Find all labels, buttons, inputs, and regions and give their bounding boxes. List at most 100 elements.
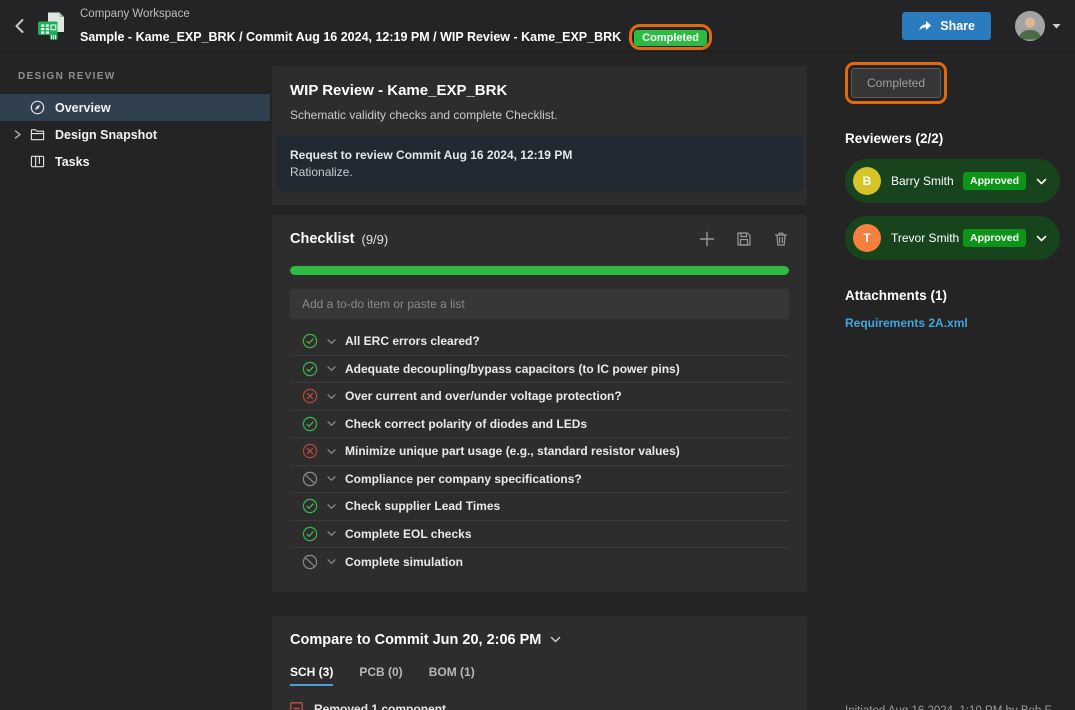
compare-title: Compare to Commit Jun 20, 2:06 PM xyxy=(290,632,541,648)
status-passed-icon[interactable] xyxy=(302,333,318,349)
share-button[interactable]: Share xyxy=(902,12,991,40)
checklist-progress-track xyxy=(290,266,789,275)
workspace-name: Company Workspace xyxy=(80,8,712,20)
review-overview-card: WIP Review - Kame_EXP_BRK Schematic vali… xyxy=(272,66,807,205)
checklist-row[interactable]: Check correct polarity of diodes and LED… xyxy=(290,411,789,439)
back-button[interactable] xyxy=(10,16,30,36)
chevron-down-icon[interactable] xyxy=(327,419,336,428)
removed-icon xyxy=(290,702,303,710)
review-status-button[interactable]: Completed xyxy=(851,68,941,98)
sidebar-item-tasks[interactable]: Tasks xyxy=(0,148,270,175)
breadcrumb-row: Sample - Kame_EXP_BRK / Commit Aug 16 20… xyxy=(80,24,712,50)
compare-title-row: Compare to Commit Jun 20, 2:06 PM xyxy=(290,632,789,648)
checklist-row[interactable]: Check supplier Lead Times xyxy=(290,493,789,521)
reviewer-avatar: B xyxy=(853,167,881,195)
checklist-row[interactable]: Adequate decoupling/bypass capacitors (t… xyxy=(290,356,789,384)
save-checklist-icon[interactable] xyxy=(736,231,752,247)
reviewer-name: Trevor Smith xyxy=(891,231,959,245)
chevron-down-icon[interactable] xyxy=(327,502,336,511)
chevron-down-icon[interactable] xyxy=(327,392,336,401)
sidebar-item-label: Tasks xyxy=(55,155,90,169)
chevron-down-icon[interactable] xyxy=(327,364,336,373)
status-na-icon[interactable] xyxy=(302,554,318,570)
status-failed-icon[interactable] xyxy=(302,388,318,404)
chevron-left-icon xyxy=(10,16,30,36)
chevron-down-icon[interactable] xyxy=(327,337,336,346)
status-failed-icon[interactable] xyxy=(302,443,318,459)
tab-bom[interactable]: BOM (1) xyxy=(429,665,475,686)
review-title: WIP Review - Kame_EXP_BRK xyxy=(290,82,789,99)
status-passed-icon[interactable] xyxy=(302,498,318,514)
compass-icon xyxy=(30,100,45,115)
sidebar-item-label: Design Snapshot xyxy=(55,128,157,142)
header-right: Share xyxy=(902,11,1061,41)
checklist-item-text: Adequate decoupling/bypass capacitors (t… xyxy=(345,362,680,376)
chevron-down-icon[interactable] xyxy=(1036,233,1047,244)
checklist-item-text: Complete simulation xyxy=(345,555,463,569)
attachment-link[interactable]: Requirements 2A.xml xyxy=(845,316,1075,330)
request-body: Rationalize. xyxy=(290,165,789,179)
checklist-item-text: Minimize unique part usage (e.g., standa… xyxy=(345,444,680,458)
reviewer-row[interactable]: T Trevor Smith Approved xyxy=(845,216,1060,260)
checklist-header: Checklist (9/9) xyxy=(290,231,789,247)
tab-sch[interactable]: SCH (3) xyxy=(290,665,333,686)
review-request-box: Request to review Commit Aug 16 2024, 12… xyxy=(276,136,803,191)
checklist-item-text: Check supplier Lead Times xyxy=(345,499,500,513)
checklist-row[interactable]: Minimize unique part usage (e.g., standa… xyxy=(290,438,789,466)
project-logo-icon xyxy=(35,10,67,42)
delete-checklist-icon[interactable] xyxy=(773,231,789,247)
compare-changes: Removed 1 component Modified 2 nets xyxy=(290,702,789,710)
checklist-item-text: Over current and over/under voltage prot… xyxy=(345,389,622,403)
reviewer-name: Barry Smith xyxy=(891,174,954,188)
change-text: Removed 1 component xyxy=(314,702,446,710)
attachments-heading: Attachments (1) xyxy=(845,288,1075,303)
reviewers-heading: Reviewers (2/2) xyxy=(845,131,1075,146)
annotation-highlight-ring: Completed xyxy=(629,24,712,50)
header-title-block: Company Workspace Sample - Kame_EXP_BRK … xyxy=(80,8,712,50)
design-review-app: Company Workspace Sample - Kame_EXP_BRK … xyxy=(0,0,1075,710)
sidebar-item-design-snapshot[interactable]: Design Snapshot xyxy=(0,121,270,148)
compare-tabs: SCH (3) PCB (0) BOM (1) xyxy=(290,665,789,686)
checklist-title: Checklist xyxy=(290,231,354,247)
reviewer-row[interactable]: B Barry Smith Approved xyxy=(845,159,1060,203)
checklist-actions xyxy=(699,231,789,247)
approved-badge: Approved xyxy=(963,229,1026,247)
checklist-row[interactable]: All ERC errors cleared? xyxy=(290,328,789,356)
breadcrumb[interactable]: Sample - Kame_EXP_BRK / Commit Aug 16 20… xyxy=(80,30,621,44)
request-title: Request to review Commit Aug 16 2024, 12… xyxy=(290,148,789,162)
chevron-down-icon[interactable] xyxy=(327,474,336,483)
checklist-card: Checklist (9/9) xyxy=(272,215,807,592)
checklist-row[interactable]: Compliance per company specifications? xyxy=(290,466,789,494)
checklist-item-text: Complete EOL checks xyxy=(345,527,472,541)
checklist-item-text: All ERC errors cleared? xyxy=(345,334,480,348)
sidebar-item-overview[interactable]: Overview xyxy=(0,94,270,121)
chevron-down-icon[interactable] xyxy=(327,557,336,566)
checklist-progress-fill xyxy=(290,266,789,275)
status-passed-icon[interactable] xyxy=(302,416,318,432)
status-passed-icon[interactable] xyxy=(302,361,318,377)
share-label: Share xyxy=(940,19,975,33)
add-todo-input[interactable] xyxy=(290,289,789,319)
compare-card: Compare to Commit Jun 20, 2:06 PM SCH (3… xyxy=(272,616,807,710)
annotation-highlight-ring: Completed xyxy=(845,62,947,104)
expand-chevron-icon[interactable] xyxy=(13,130,22,139)
status-badge: Completed xyxy=(634,30,707,46)
sidebar-section-title: DESIGN REVIEW xyxy=(0,52,270,94)
sidebar-item-label: Overview xyxy=(55,101,111,115)
chevron-down-icon[interactable] xyxy=(1036,176,1047,187)
right-panel: Completed Reviewers (2/2) B Barry Smith … xyxy=(825,52,1075,710)
checklist-row[interactable]: Over current and over/under voltage prot… xyxy=(290,383,789,411)
status-passed-icon[interactable] xyxy=(302,526,318,542)
user-avatar[interactable] xyxy=(1015,11,1045,41)
checklist-row[interactable]: Complete simulation xyxy=(290,548,789,576)
chevron-down-icon[interactable] xyxy=(550,634,561,645)
chevron-down-icon[interactable] xyxy=(327,447,336,456)
avatar-caret-icon[interactable] xyxy=(1052,23,1061,29)
status-na-icon[interactable] xyxy=(302,471,318,487)
checklist-row[interactable]: Complete EOL checks xyxy=(290,521,789,549)
add-item-icon[interactable] xyxy=(699,231,715,247)
change-row-removed: Removed 1 component xyxy=(290,702,789,710)
checklist-item-text: Compliance per company specifications? xyxy=(345,472,582,486)
tab-pcb[interactable]: PCB (0) xyxy=(359,665,402,686)
chevron-down-icon[interactable] xyxy=(327,529,336,538)
